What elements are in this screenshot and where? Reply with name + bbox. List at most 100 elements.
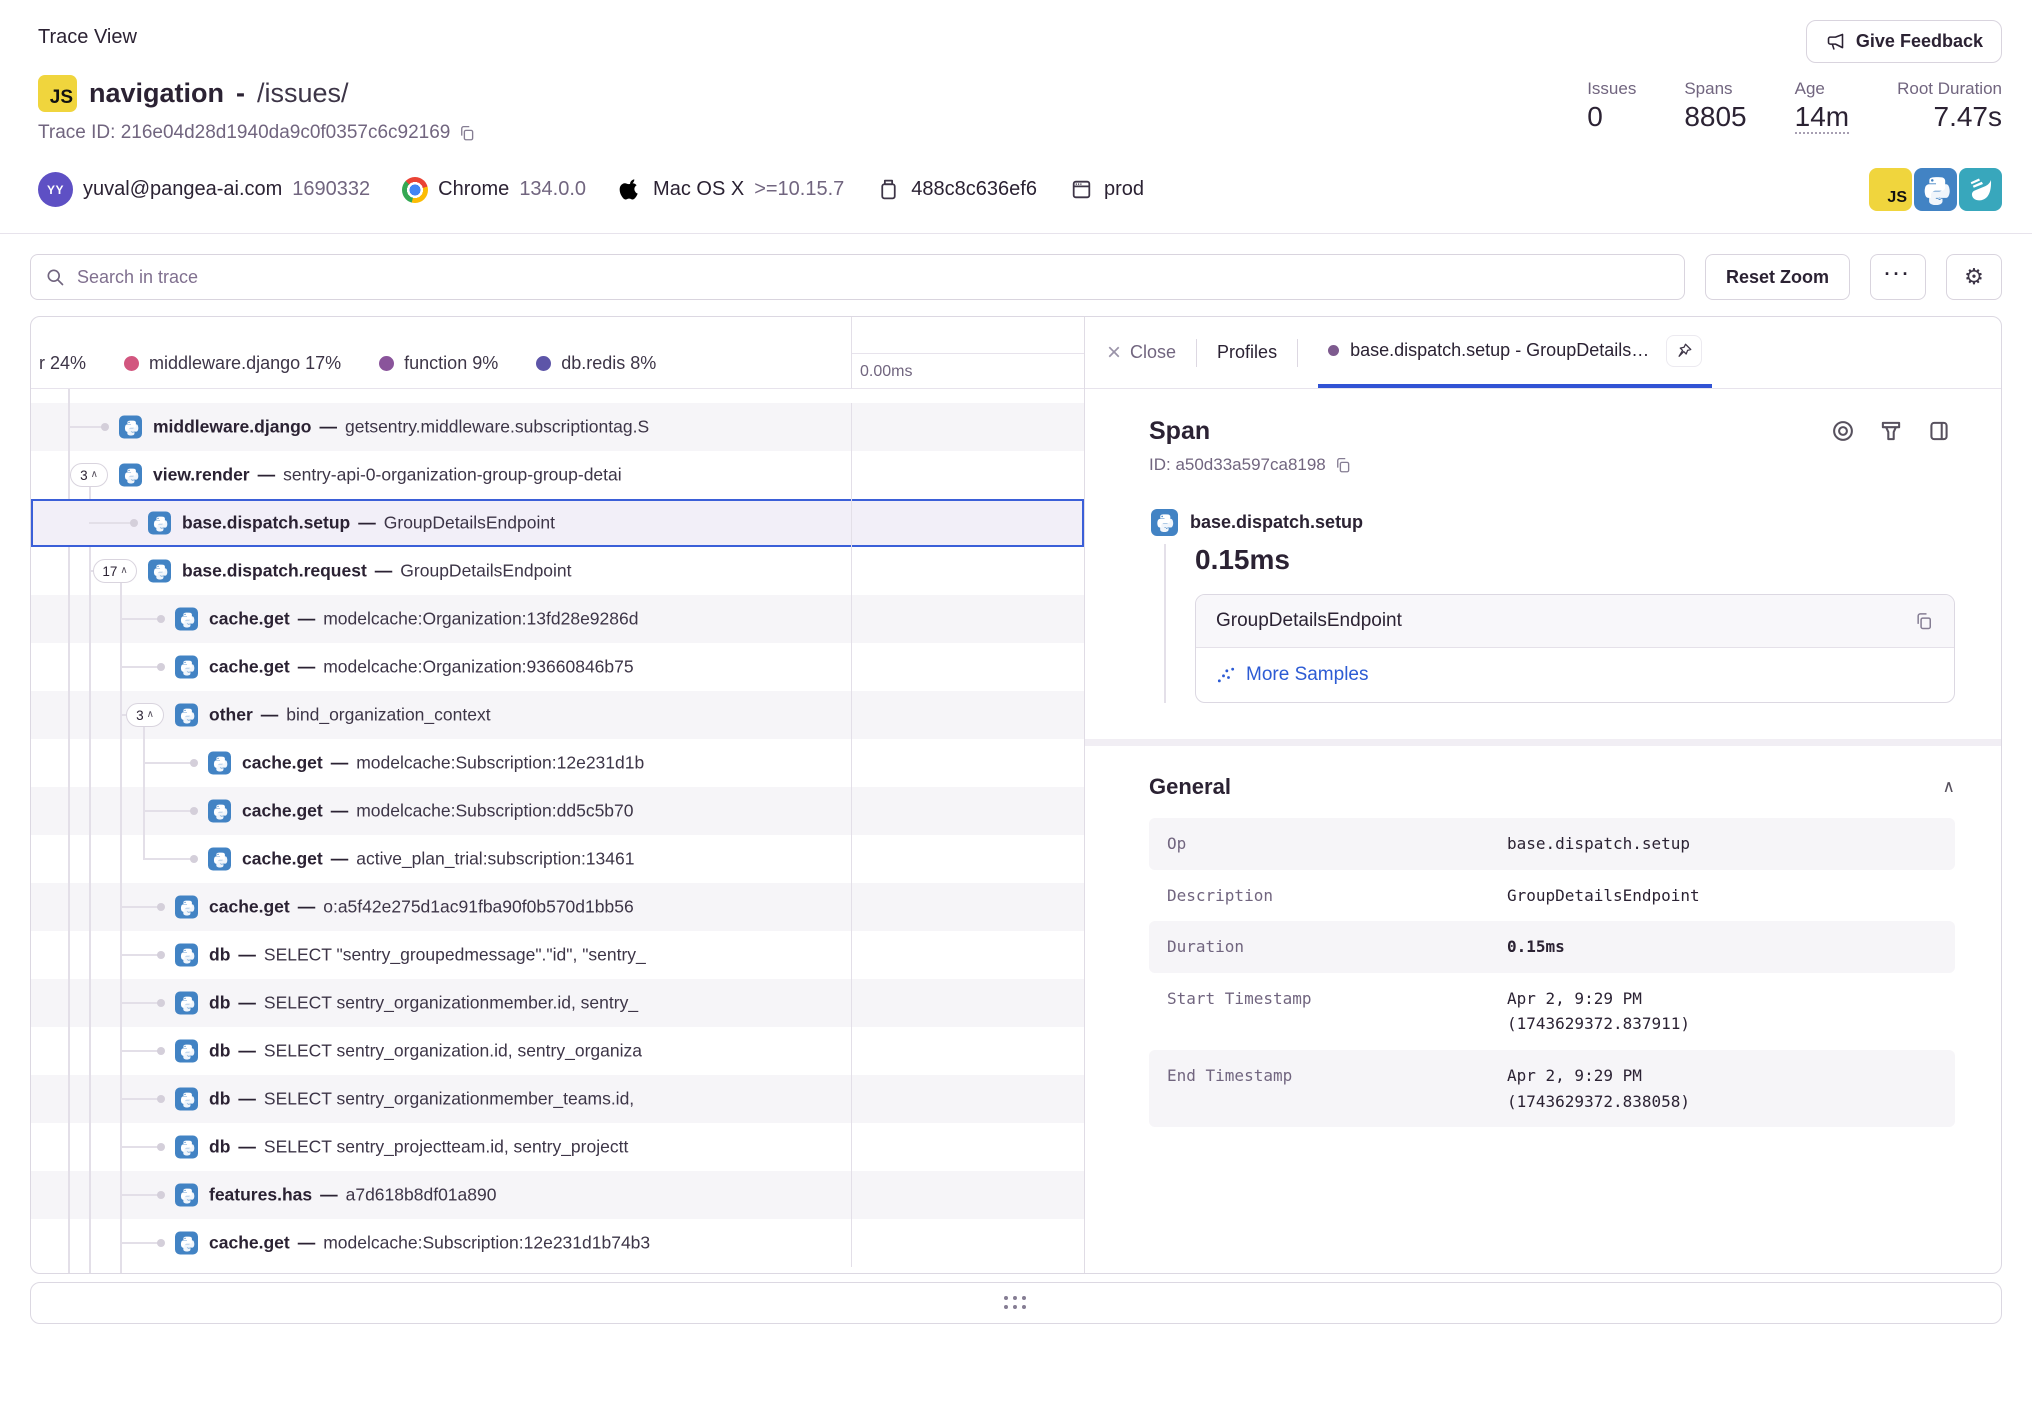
tab-span-details[interactable]: base.dispatch.setup - GroupDetails… xyxy=(1318,317,1712,388)
waterfall-cell[interactable] xyxy=(851,643,1084,691)
ops-legend: r 24% middleware.django 17% function 9% db.… xyxy=(31,317,851,389)
pin-tab-button[interactable] xyxy=(1666,335,1702,367)
focus-span-button[interactable] xyxy=(1827,415,1859,447)
waterfall-cell[interactable] xyxy=(851,1075,1084,1123)
more-samples-link[interactable]: More Samples xyxy=(1216,664,1934,686)
stat-age: Age 14m xyxy=(1795,79,1849,144)
reset-zoom-button[interactable]: Reset Zoom xyxy=(1705,254,1850,300)
top-header: Trace View Give Feedback JS navigation -… xyxy=(0,0,2032,144)
trace-span-row[interactable]: db—SELECT sentry_organizationmember.id, … xyxy=(31,979,1084,1027)
tab-profiles[interactable]: Profiles xyxy=(1217,342,1277,363)
span-op-name: base.dispatch.setup xyxy=(1190,512,1363,533)
split-panel-icon xyxy=(1926,418,1952,444)
more-options-button[interactable]: ··· xyxy=(1870,254,1926,300)
trace-title: JS navigation - /issues/ xyxy=(38,75,476,112)
general-row-value: base.dispatch.setup xyxy=(1507,831,1937,857)
span-heading: Span xyxy=(1149,417,1210,446)
trace-span-row[interactable]: cache.get—active_plan_trial:subscription… xyxy=(31,835,1084,883)
waterfall-cell[interactable] xyxy=(851,595,1084,643)
span-row-label: cache.get—o:a5f42e275d1ac91fba90f0b570d1… xyxy=(209,897,634,918)
general-row-label: Duration xyxy=(1167,934,1507,960)
span-op-dot xyxy=(1328,345,1339,356)
collapse-children-chip[interactable]: 3∧ xyxy=(70,463,108,487)
trace-span-row[interactable]: cache.get—modelcache:Organization:936608… xyxy=(31,643,1084,691)
span-duration: 0.15ms xyxy=(1195,544,1955,576)
window-icon xyxy=(1069,177,1094,202)
funnel-button[interactable] xyxy=(1875,415,1907,447)
connector-dot xyxy=(157,1095,165,1103)
copy-icon[interactable] xyxy=(458,124,476,142)
give-feedback-button[interactable]: Give Feedback xyxy=(1806,20,2002,63)
span-row-label: cache.get—modelcache:Subscription:12e231… xyxy=(242,753,644,774)
user-meta[interactable]: YY yuval@pangea-ai.com 1690332 xyxy=(38,172,370,207)
split-panel-button[interactable] xyxy=(1923,415,1955,447)
collapse-children-chip[interactable]: 17∧ xyxy=(93,559,137,583)
resize-handle-bar[interactable] xyxy=(30,1282,2002,1324)
waterfall-cell[interactable] xyxy=(851,1171,1084,1219)
copy-icon[interactable] xyxy=(1914,611,1934,631)
trace-span-row[interactable]: features.has—a7d618b8df01a890 xyxy=(31,1171,1084,1219)
javascript-platform-icon: JS xyxy=(1869,168,1912,211)
trace-span-row[interactable]: 3∧other—bind_organization_context xyxy=(31,691,1084,739)
waterfall-cell[interactable] xyxy=(851,1123,1084,1171)
waterfall-cell[interactable] xyxy=(851,787,1084,835)
megaphone-icon xyxy=(1825,31,1846,52)
python-icon xyxy=(175,1136,198,1159)
waterfall-cell[interactable] xyxy=(851,1219,1084,1267)
waterfall-cell[interactable] xyxy=(851,739,1084,787)
waterfall-cell[interactable] xyxy=(851,979,1084,1027)
trace-span-row[interactable]: 3∧view.render—sentry-api-0-organization-… xyxy=(31,451,1084,499)
tab-separator xyxy=(1297,339,1298,367)
trace-span-row[interactable]: cache.get—modelcache:Subscription:12e231… xyxy=(31,739,1084,787)
legend-item[interactable]: function 9% xyxy=(379,353,498,374)
python-icon xyxy=(175,1232,198,1255)
legend-item[interactable]: db.redis 8% xyxy=(536,353,656,374)
trace-span-row[interactable]: cache.get—modelcache:Organization:13fd28… xyxy=(31,595,1084,643)
collapse-children-chip[interactable]: 3∧ xyxy=(126,703,164,727)
span-tree: middleware.django—getsentry.middleware.s… xyxy=(31,389,1084,1273)
trace-span-row[interactable]: cache.get—o:a5f42e275d1ac91fba90f0b570d1… xyxy=(31,883,1084,931)
avatar: YY xyxy=(38,172,73,207)
chevron-up-icon: ∧ xyxy=(147,709,154,720)
waterfall-cell[interactable] xyxy=(851,547,1084,595)
legend-dot xyxy=(379,356,394,371)
trace-span-row[interactable]: cache.get—modelcache:Subscription:12e231… xyxy=(31,1219,1084,1267)
connector-dot xyxy=(157,903,165,911)
waterfall-cell[interactable] xyxy=(851,1027,1084,1075)
waterfall-cell[interactable] xyxy=(851,835,1084,883)
python-icon xyxy=(175,944,198,967)
waterfall-cell[interactable] xyxy=(851,403,1084,451)
waterfall-cell[interactable] xyxy=(851,691,1084,739)
trace-span-row[interactable]: cache.get—modelcache:Subscription:dd5c5b… xyxy=(31,787,1084,835)
trace-span-row[interactable]: db—SELECT "sentry_groupedmessage"."id", … xyxy=(31,931,1084,979)
legend-item[interactable]: r 24% xyxy=(39,353,86,374)
settings-button[interactable]: ⚙ xyxy=(1946,254,2002,300)
trace-span-row[interactable]: db—SELECT sentry_projectteam.id, sentry_… xyxy=(31,1123,1084,1171)
legend-item[interactable]: middleware.django 17% xyxy=(124,353,341,374)
span-row-label: base.dispatch.setup—GroupDetailsEndpoint xyxy=(182,513,555,534)
span-row-label: cache.get—active_plan_trial:subscription… xyxy=(242,849,634,870)
general-row-value: GroupDetailsEndpoint xyxy=(1507,883,1937,909)
trace-span-row[interactable]: 17∧base.dispatch.request—GroupDetailsEnd… xyxy=(31,547,1084,595)
trace-span-row[interactable]: db—SELECT sentry_organization.id, sentry… xyxy=(31,1027,1084,1075)
waterfall-cell[interactable] xyxy=(851,499,1084,547)
close-panel-button[interactable]: × Close xyxy=(1107,341,1176,365)
device-icon xyxy=(876,177,901,202)
search-input[interactable] xyxy=(30,254,1685,300)
trace-span-row[interactable]: middleware.django—getsentry.middleware.s… xyxy=(31,403,1084,451)
tree-guide-line xyxy=(120,583,122,1273)
waterfall-cell[interactable] xyxy=(851,451,1084,499)
waterfall-cell[interactable] xyxy=(851,883,1084,931)
python-icon xyxy=(1151,509,1178,536)
trace-span-row[interactable]: base.dispatch.setup—GroupDetailsEndpoint xyxy=(31,499,1084,547)
python-icon xyxy=(208,800,231,823)
minimap-strip[interactable] xyxy=(852,317,1084,354)
span-row-label: db—SELECT sentry_organization.id, sentry… xyxy=(209,1041,642,1062)
collapse-section-button[interactable]: ∧ xyxy=(1943,777,1955,797)
funnel-icon xyxy=(1878,418,1904,444)
waterfall-cell[interactable] xyxy=(851,931,1084,979)
tree-guide-line xyxy=(89,487,91,1273)
third-platform-icon xyxy=(1959,168,2002,211)
copy-icon[interactable] xyxy=(1334,456,1352,474)
trace-span-row[interactable]: db—SELECT sentry_organizationmember_team… xyxy=(31,1075,1084,1123)
